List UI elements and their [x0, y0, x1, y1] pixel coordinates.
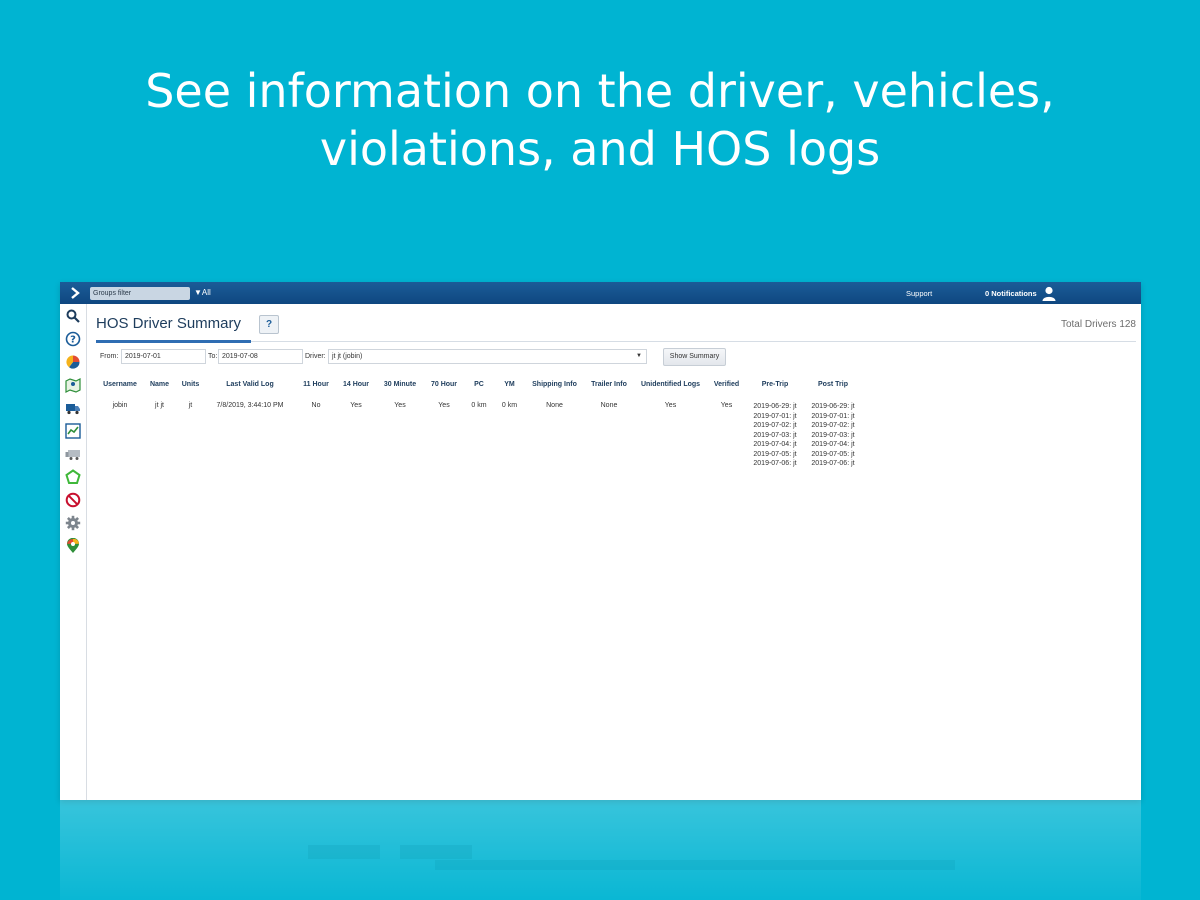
cell-username: jobin — [112, 402, 128, 409]
chart-line-icon[interactable] — [65, 423, 81, 439]
headline-line-1: See information on the driver, vehicles, — [145, 64, 1055, 118]
cell-trailer-info: None — [600, 402, 618, 409]
pre-trip-entry[interactable]: 2019-06-29: jt — [744, 402, 806, 412]
cell-11-hour: No — [311, 402, 321, 409]
no-entry-icon[interactable] — [65, 492, 81, 508]
page-title: HOS Driver Summary — [96, 315, 242, 332]
help-button[interactable]: ? — [259, 315, 279, 334]
column-header-11-hour[interactable]: 11 Hour — [294, 378, 338, 402]
reflection-shape — [308, 845, 380, 859]
column-header-post-trip[interactable]: Post Trip — [806, 378, 860, 402]
column-header-pre-trip[interactable]: Pre-Trip — [744, 378, 806, 402]
cell-units: jt — [188, 402, 193, 409]
groups-all-label: All — [201, 288, 211, 297]
column-header-units[interactable]: Units — [175, 378, 206, 402]
column-header-verified[interactable]: Verified — [709, 378, 744, 402]
cell-14-hour: Yes — [350, 402, 362, 409]
driver-label: Driver: — [305, 353, 326, 360]
post-trip-entry[interactable]: 2019-07-02: jt — [806, 421, 860, 431]
map-icon[interactable] — [65, 377, 81, 393]
pre-trip-entry[interactable]: 2019-07-04: jt — [744, 440, 806, 450]
notifications-link[interactable]: 0 Notifications — [985, 289, 1037, 298]
groups-filter-input[interactable]: Groups filter — [90, 287, 190, 300]
pre-trip-entry[interactable]: 2019-07-06: jt — [744, 459, 806, 469]
total-drivers-count: Total Drivers 128 — [1060, 319, 1136, 330]
pre-trip-entry[interactable]: 2019-07-05: jt — [744, 450, 806, 460]
column-header-30-minute[interactable]: 30 Minute — [374, 378, 426, 402]
top-bar: Groups filter ▼All Support 0 Notificatio… — [60, 282, 1141, 304]
table-header-row: Username Name Units Last Valid Log 11 Ho… — [96, 378, 860, 402]
post-trip-entry[interactable]: 2019-07-03: jt — [806, 431, 860, 441]
cell-shipping-info: None — [546, 402, 563, 409]
post-trip-entry[interactable]: 2019-07-05: jt — [806, 450, 860, 460]
map-pin-icon[interactable] — [65, 538, 81, 554]
column-header-70-hour[interactable]: 70 Hour — [426, 378, 462, 402]
cell-pc: 0 km — [471, 402, 487, 409]
cell-last-valid-log: 7/8/2019, 3:44:10 PM — [216, 402, 284, 409]
cell-30-minute: Yes — [394, 402, 406, 409]
cell-70-hour: Yes — [438, 402, 450, 409]
search-icon[interactable] — [65, 308, 81, 324]
column-header-username[interactable]: Username — [96, 378, 144, 402]
column-header-name[interactable]: Name — [144, 378, 175, 402]
driver-select-value: jt jt (jobin) — [332, 353, 363, 360]
from-label: From: — [100, 353, 119, 360]
groups-all-dropdown[interactable]: ▼All — [194, 288, 211, 298]
cell-pre-trip: 2019-06-29: jt 2019-07-01: jt 2019-07-02… — [744, 402, 806, 469]
title-divider — [96, 341, 1136, 342]
caret-down-icon: ▼ — [636, 353, 642, 359]
reflection-shape — [400, 845, 472, 859]
table-row[interactable]: jobin jt jt jt 7/8/2019, 3:44:10 PM No Y… — [96, 402, 860, 469]
cell-name: jt jt — [155, 402, 164, 409]
column-header-unidentified-logs[interactable]: Unidentified Logs — [632, 378, 709, 402]
post-trip-entry[interactable]: 2019-07-01: jt — [806, 412, 860, 422]
headline-line-2: violations, and HOS logs — [319, 122, 881, 176]
pre-trip-entry[interactable]: 2019-07-03: jt — [744, 431, 806, 441]
caret-down-icon: ▼ — [194, 288, 202, 297]
column-header-shipping-info[interactable]: Shipping Info — [523, 378, 586, 402]
chevron-right-icon — [71, 287, 80, 299]
from-date-field[interactable]: 2019-07-01 — [121, 349, 206, 364]
to-label: To: — [208, 353, 218, 360]
pre-trip-entry[interactable]: 2019-07-02: jt — [744, 421, 806, 431]
user-icon[interactable] — [1042, 286, 1056, 301]
driver-summary-table: Username Name Units Last Valid Log 11 Ho… — [96, 378, 860, 469]
cell-ym: 0 km — [501, 402, 518, 409]
cell-post-trip: 2019-06-29: jt 2019-07-01: jt 2019-07-02… — [806, 402, 860, 469]
expand-menu-button[interactable] — [67, 285, 83, 301]
svg-text:?: ? — [70, 335, 76, 346]
post-trip-entry[interactable]: 2019-07-06: jt — [806, 459, 860, 469]
reflection-shape — [435, 860, 955, 870]
show-summary-button[interactable]: Show Summary — [663, 348, 726, 366]
driver-select[interactable]: jt jt (jobin) ▼ — [328, 349, 647, 364]
cell-unidentified-logs: Yes — [664, 402, 677, 409]
app-window: Groups filter ▼All Support 0 Notificatio… — [60, 282, 1141, 800]
column-header-ym[interactable]: YM — [496, 378, 523, 402]
gear-icon[interactable] — [65, 515, 81, 531]
promo-headline: See information on the driver, vehicles,… — [0, 62, 1200, 178]
help-circle-icon[interactable]: ? — [65, 331, 81, 347]
column-header-pc[interactable]: PC — [462, 378, 496, 402]
pie-chart-icon[interactable] — [65, 354, 81, 370]
support-link[interactable]: Support — [906, 289, 932, 298]
post-trip-entry[interactable]: 2019-07-04: jt — [806, 440, 860, 450]
column-header-14-hour[interactable]: 14 Hour — [338, 378, 374, 402]
sidebar: ? — [60, 304, 87, 800]
route-icon[interactable] — [65, 469, 81, 485]
column-header-last-valid-log[interactable]: Last Valid Log — [206, 378, 294, 402]
screenshot-reflection — [60, 800, 1141, 900]
title-underline — [96, 340, 251, 343]
column-header-trailer-info[interactable]: Trailer Info — [586, 378, 632, 402]
trailer-icon[interactable] — [65, 446, 81, 462]
truck-icon[interactable] — [65, 400, 81, 416]
post-trip-entry[interactable]: 2019-06-29: jt — [806, 402, 860, 412]
pre-trip-entry[interactable]: 2019-07-01: jt — [744, 412, 806, 422]
to-date-field[interactable]: 2019-07-08 — [218, 349, 303, 364]
cell-verified: Yes — [720, 402, 733, 409]
